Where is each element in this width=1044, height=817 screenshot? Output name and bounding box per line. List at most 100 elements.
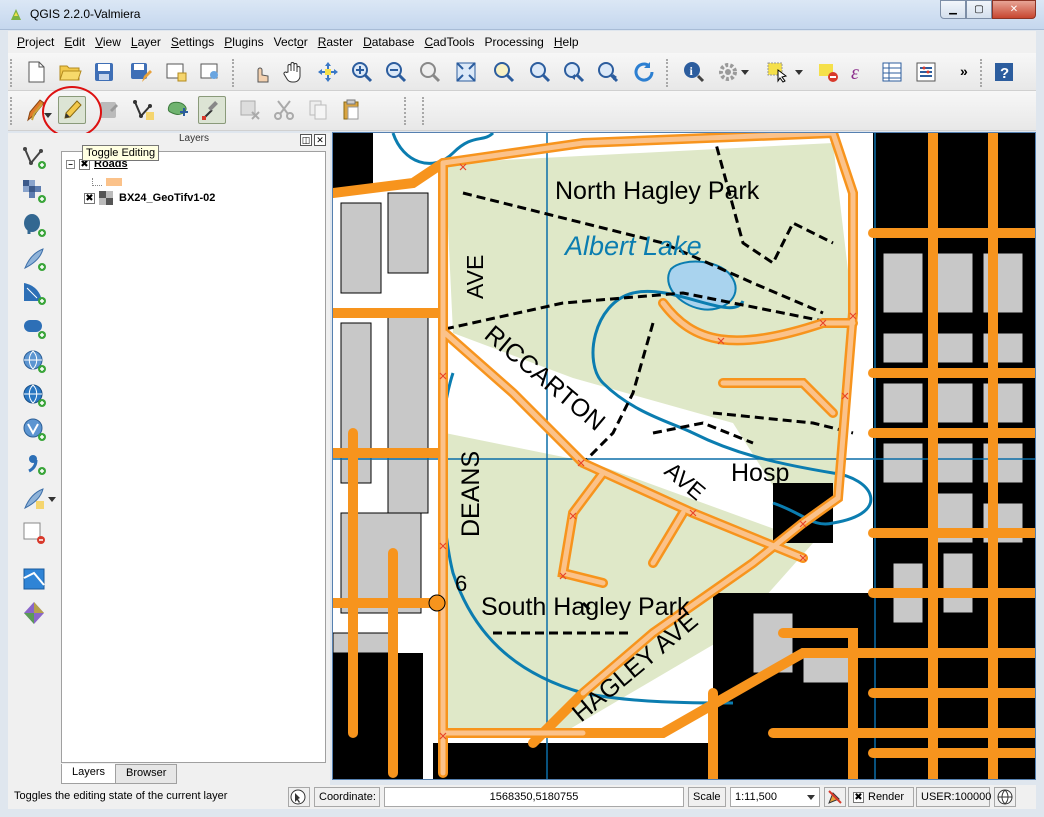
statistical-summary-button[interactable] [912, 58, 940, 86]
deselect-features-button[interactable] [814, 58, 842, 86]
menu-layer[interactable]: Layer [126, 35, 166, 49]
add-delimited-text-layer-button[interactable] [20, 449, 48, 477]
stop-render-button[interactable] [824, 787, 846, 807]
map-layer-tool-button[interactable] [20, 565, 48, 593]
select-features-button[interactable] [764, 58, 792, 86]
scale-combobox[interactable]: 1:11,500 [730, 787, 820, 807]
scale-value: 1:11,500 [735, 791, 778, 803]
add-feature-button[interactable] [130, 96, 158, 124]
zoom-full-button[interactable] [452, 58, 480, 86]
refresh-button[interactable] [630, 58, 658, 86]
float-panel-button[interactable]: ◫ [300, 134, 312, 146]
cut-features-button[interactable] [270, 96, 298, 124]
menu-help[interactable]: Help [549, 35, 584, 49]
node-tool-button[interactable] [198, 96, 226, 124]
composer-manager-button[interactable] [196, 58, 224, 86]
crs-status-button[interactable]: USER:100000 [916, 787, 991, 807]
tab-layers[interactable]: Layers [61, 764, 117, 784]
layer-visibility-checkbox[interactable]: ✖ [84, 192, 95, 204]
menu-cadtools[interactable]: CadTools [419, 35, 479, 49]
add-raster-layer-button[interactable] [20, 177, 48, 205]
move-feature-button[interactable] [164, 96, 192, 124]
identify-features-button[interactable]: i [680, 58, 708, 86]
menu-raster[interactable]: Raster [313, 35, 358, 49]
coordinate-field[interactable]: 1568350,5180755 [384, 787, 684, 807]
add-spatialite-layer-button[interactable] [20, 245, 48, 273]
log-messages-button[interactable] [994, 787, 1016, 807]
postgis-elephant-icon [24, 214, 46, 237]
action-dropdown-button[interactable] [738, 58, 752, 86]
tab-browser[interactable]: Browser [115, 764, 178, 784]
add-wfs-layer-button[interactable] [20, 415, 48, 443]
whats-this-button[interactable]: ? [990, 58, 1018, 86]
remove-layer-button[interactable] [20, 519, 48, 547]
zoom-full-icon [456, 62, 476, 82]
zoom-actual-size-button[interactable] [416, 58, 444, 86]
layers-panel: Layers ◫ ✕ − ✖ Roads ✖ BX24_GeoTifv1-02 … [58, 133, 330, 787]
new-spatialite-layer-button[interactable] [20, 485, 48, 513]
add-wms-layer-button[interactable] [20, 347, 48, 375]
attribute-table-icon [882, 62, 902, 82]
toolbar-grip[interactable] [10, 59, 14, 87]
plugin-tool-button[interactable] [20, 599, 48, 627]
open-project-button[interactable] [56, 58, 84, 86]
dropdown-arrow-icon [741, 70, 749, 75]
add-vector-layer-button[interactable] [20, 143, 48, 171]
copy-features-button[interactable] [304, 96, 332, 124]
add-oracle-layer-button[interactable] [20, 313, 48, 341]
layer-row-bx24[interactable]: ✖ BX24_GeoTifv1-02 [84, 190, 215, 206]
spot-height-marker [428, 594, 446, 612]
topographic-map[interactable]: North Hagley Park Albert Lake AVE RICCAR… [333, 133, 1036, 780]
save-as-button[interactable] [126, 58, 154, 86]
add-mssql-layer-button[interactable] [20, 279, 48, 307]
toolbar-overflow-button[interactable]: » [960, 63, 968, 79]
coordinate-toggle-button[interactable] [288, 787, 310, 807]
menu-view[interactable]: View [90, 35, 126, 49]
new-print-composer-button[interactable] [162, 58, 190, 86]
render-toggle[interactable]: ✖ Render [848, 787, 914, 807]
new-layer-dropdown-button[interactable] [46, 485, 58, 513]
zoom-last-button[interactable] [560, 58, 588, 86]
toolbar-grip[interactable] [666, 59, 670, 87]
toolbar-grip[interactable] [404, 97, 408, 125]
help-icon: ? [995, 63, 1013, 82]
menu-project[interactable]: Project [12, 35, 59, 49]
toolbar-grip[interactable] [10, 97, 14, 125]
add-wcs-layer-button[interactable] [20, 381, 48, 409]
pan-to-selection-button[interactable] [314, 58, 342, 86]
folder-open-icon [59, 65, 82, 81]
toolbar-grip[interactable] [232, 59, 236, 87]
zoom-to-layer-button[interactable] [526, 58, 554, 86]
delete-selected-button[interactable] [236, 96, 264, 124]
new-project-button[interactable] [22, 58, 50, 86]
close-panel-button[interactable]: ✕ [314, 134, 326, 146]
menu-vector[interactable]: Vector [269, 35, 313, 49]
menu-settings[interactable]: Settings [166, 35, 219, 49]
maximize-button[interactable]: ▢ [966, 0, 992, 19]
touch-zoom-button[interactable] [248, 58, 276, 86]
menu-processing[interactable]: Processing [479, 35, 548, 49]
panel-tabs: Layers Browser [61, 764, 178, 784]
paste-features-button[interactable] [338, 96, 366, 124]
layers-tree[interactable]: − ✖ Roads ✖ BX24_GeoTifv1-02 [61, 151, 326, 763]
menu-plugins[interactable]: Plugins [219, 35, 268, 49]
toolbar-grip[interactable] [980, 59, 984, 87]
open-attribute-table-button[interactable] [878, 58, 906, 86]
toolbar-grip[interactable] [422, 97, 426, 125]
map-canvas[interactable]: North Hagley Park Albert Lake AVE RICCAR… [332, 132, 1036, 780]
zoom-next-button[interactable] [594, 58, 622, 86]
collapse-toggle[interactable]: − [66, 159, 75, 169]
pan-map-button[interactable] [280, 58, 308, 86]
zoom-out-button[interactable] [382, 58, 410, 86]
add-postgis-layer-button[interactable] [20, 211, 48, 239]
select-by-expression-button[interactable]: ε [846, 58, 874, 86]
zoom-in-button[interactable] [348, 58, 376, 86]
render-checkbox[interactable]: ✖ [853, 791, 864, 803]
zoom-to-selection-button[interactable] [490, 58, 518, 86]
minimize-button[interactable]: ▁ [940, 0, 966, 19]
close-button[interactable]: ✕ [992, 0, 1036, 19]
select-dropdown-button[interactable] [792, 58, 806, 86]
save-project-button[interactable] [90, 58, 118, 86]
menu-edit[interactable]: Edit [59, 35, 90, 49]
menu-database[interactable]: Database [358, 35, 419, 49]
